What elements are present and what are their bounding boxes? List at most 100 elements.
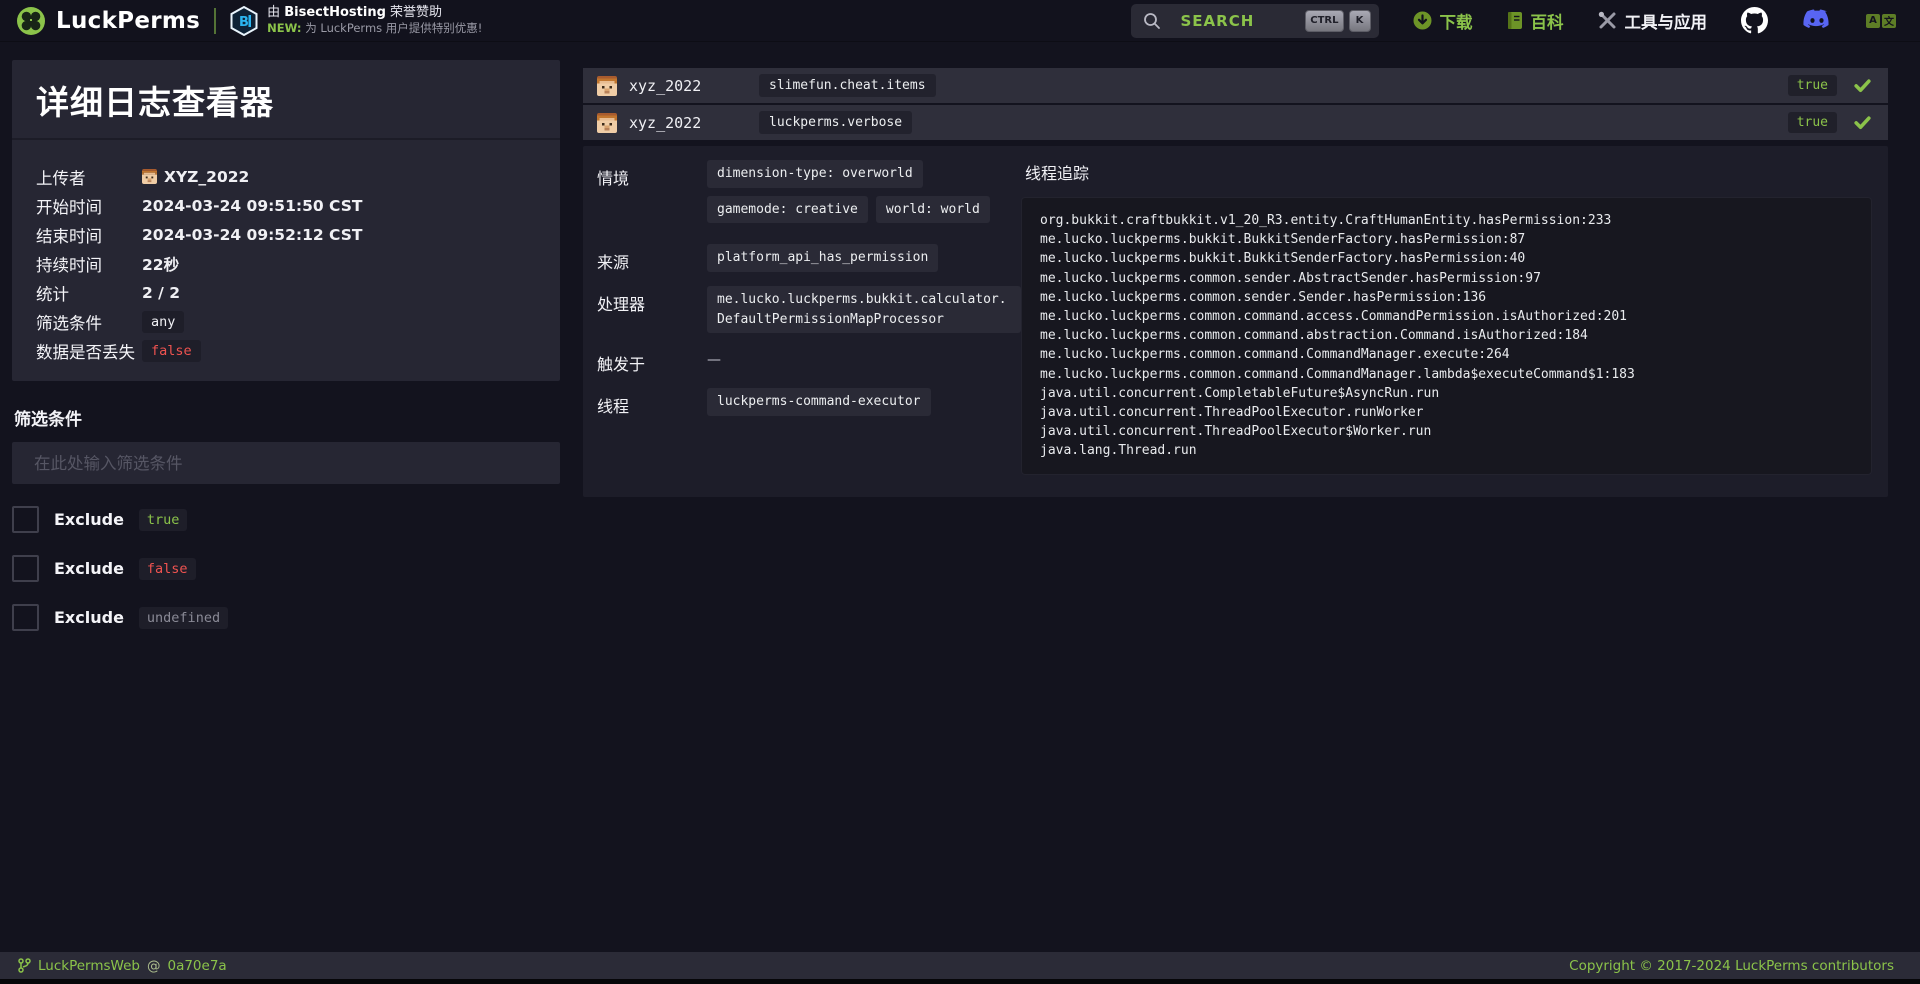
filter-mode-badge: any	[142, 311, 184, 333]
detail-row-thread: 线程 luckperms-command-executor	[597, 388, 1021, 417]
thread-badge: luckperms-command-executor	[707, 388, 931, 416]
detail-row-origin: 来源 platform_api_has_permission	[597, 244, 1021, 273]
stack-trace-line: me.lucko.luckperms.common.command.Comman…	[1040, 365, 1853, 384]
context-badge: dimension-type: overworld	[707, 160, 923, 188]
footer-version-link[interactable]: LuckPermsWeb @ 0a70e7a	[18, 958, 227, 974]
git-branch-icon	[18, 958, 31, 973]
brand-name: LuckPerms	[56, 8, 200, 34]
exclude-checkbox[interactable]	[12, 604, 39, 631]
meta-row-filter: 筛选条件 any	[36, 307, 536, 336]
exclude-value-badge: true	[139, 509, 188, 531]
nav-link-label: 工具与应用	[1625, 9, 1708, 33]
exclude-checkbox[interactable]	[12, 506, 39, 533]
exclude-checkbox[interactable]	[12, 555, 39, 582]
nav-link-label: 百科	[1531, 9, 1564, 33]
stack-trace-line: java.util.concurrent.ThreadPoolExecutor.…	[1040, 403, 1853, 422]
footer-commit-hash: 0a70e7a	[167, 958, 226, 974]
player-avatar	[597, 76, 617, 96]
detail-row-context: 情境 dimension-type: overworld gamemode: c…	[597, 160, 1021, 231]
tools-icon	[1598, 11, 1617, 30]
duration: 22秒	[142, 253, 179, 275]
meta-row-start: 开始时间 2024-03-24 09:51:50 CST	[36, 191, 536, 220]
exclude-row: Exclude false	[12, 555, 560, 582]
nav-link-tools[interactable]: 工具与应用	[1598, 9, 1708, 33]
stack-trace-line: me.lucko.luckperms.common.sender.Sender.…	[1040, 288, 1853, 307]
log-meta-card: 详细日志查看器 上传者 XYZ_2022 开始时间 2024-03-24 09:…	[12, 60, 560, 381]
trace-heading: 线程追踪	[1025, 160, 1872, 184]
exclude-label: Exclude	[54, 510, 124, 529]
github-icon	[1741, 7, 1768, 34]
processor-badge: me.lucko.luckperms.bukkit.calculator.Def…	[707, 286, 1021, 333]
search-icon	[1143, 12, 1161, 30]
result-check-icon	[1853, 76, 1872, 95]
log-viewer-main: xyz_2022 slimefun.cheat.items true xyz_2…	[572, 42, 1920, 952]
log-entry-row[interactable]: xyz_2022 slimefun.cheat.items true	[583, 68, 1888, 103]
luckperms-logo-icon	[16, 6, 46, 36]
exclude-label: Exclude	[54, 608, 124, 627]
start-time: 2024-03-24 09:51:50 CST	[142, 197, 362, 215]
stack-trace-line: java.lang.Thread.run	[1040, 441, 1853, 460]
discord-link[interactable]	[1802, 9, 1832, 32]
meta-row-duration: 持续时间 22秒	[36, 249, 536, 278]
footer: LuckPermsWeb @ 0a70e7a Copyright © 2017-…	[0, 952, 1920, 979]
stack-trace-line: java.util.concurrent.CompletableFuture$A…	[1040, 384, 1853, 403]
search-input[interactable]: SEARCH CTRL K	[1131, 4, 1379, 38]
entry-permission-badge: luckperms.verbose	[759, 111, 912, 134]
log-entry-row[interactable]: xyz_2022 luckperms.verbose true	[583, 105, 1888, 140]
cause-value: —	[707, 346, 721, 368]
stack-trace-line: me.lucko.luckperms.bukkit.BukkitSenderFa…	[1040, 230, 1853, 249]
meta-row-count: 统计 2 / 2	[36, 278, 536, 307]
stack-trace-line: me.lucko.luckperms.common.command.access…	[1040, 307, 1853, 326]
bottom-strip	[0, 979, 1920, 984]
meta-row-uploader: 上传者 XYZ_2022	[36, 162, 536, 191]
nav-link-download[interactable]: 下载	[1413, 9, 1473, 33]
count: 2 / 2	[142, 284, 180, 302]
sidebar: 详细日志查看器 上传者 XYZ_2022 开始时间 2024-03-24 09:…	[0, 42, 572, 952]
entry-username: xyz_2022	[629, 77, 759, 95]
exclude-value-badge: false	[139, 558, 196, 580]
nav-link-wiki[interactable]: 百科	[1507, 9, 1564, 33]
bisecthosting-logo-icon: B	[230, 6, 258, 36]
exclude-value-badge: undefined	[139, 607, 228, 629]
translate-a-icon: A	[1866, 14, 1880, 28]
origin-badge: platform_api_has_permission	[707, 244, 938, 272]
footer-app-name: LuckPermsWeb	[38, 958, 140, 974]
detail-row-cause: 触发于 —	[597, 346, 1021, 375]
exclude-row: Exclude undefined	[12, 604, 560, 631]
meta-row-end: 结束时间 2024-03-24 09:52:12 CST	[36, 220, 536, 249]
entry-result-badge: true	[1788, 112, 1837, 133]
context-badge: gamemode: creative	[707, 196, 868, 224]
sponsor-line2: NEW: 为 LuckPerms 用户提供特别优惠!	[267, 21, 482, 35]
github-link[interactable]	[1741, 7, 1768, 34]
exclude-row: Exclude true	[12, 506, 560, 533]
stack-trace-line: org.bukkit.craftbukkit.v1_20_R3.entity.C…	[1040, 211, 1853, 230]
search-label: SEARCH	[1181, 12, 1255, 30]
detail-row-processor: 处理器 me.lucko.luckperms.bukkit.calculator…	[597, 286, 1021, 333]
brand[interactable]: LuckPerms	[16, 6, 200, 36]
nav-link-label: 下载	[1440, 9, 1473, 33]
ctrl-keycap: CTRL	[1305, 10, 1343, 32]
stack-trace-line: me.lucko.luckperms.common.sender.Abstrac…	[1040, 269, 1853, 288]
stack-trace-box: org.bukkit.craftbukkit.v1_20_R3.entity.C…	[1021, 197, 1872, 475]
entry-detail-panel: 情境 dimension-type: overworld gamemode: c…	[583, 146, 1888, 497]
meta-row-truncated: 数据是否丢失 false	[36, 336, 536, 365]
stack-trace-line: java.util.concurrent.ThreadPoolExecutor$…	[1040, 422, 1853, 441]
svg-text:B: B	[239, 15, 249, 30]
entry-result-badge: true	[1788, 75, 1837, 96]
result-check-icon	[1853, 113, 1872, 132]
end-time: 2024-03-24 09:52:12 CST	[142, 226, 362, 244]
wiki-book-icon	[1507, 11, 1523, 30]
stack-trace-line: me.lucko.luckperms.bukkit.BukkitSenderFa…	[1040, 249, 1853, 268]
top-navbar: LuckPerms B 由 BisectHosting 荣誉赞助 NEW: 为 …	[0, 0, 1920, 42]
uploader-name: XYZ_2022	[164, 168, 249, 186]
truncated-badge: false	[142, 340, 201, 362]
language-switcher[interactable]: A 文	[1866, 14, 1896, 28]
stack-trace-line: me.lucko.luckperms.common.command.Comman…	[1040, 345, 1853, 364]
player-avatar	[597, 113, 617, 133]
sponsor-banner[interactable]: B 由 BisectHosting 荣誉赞助 NEW: 为 LuckPerms …	[230, 5, 482, 36]
filter-input[interactable]	[12, 442, 560, 484]
uploader-avatar	[142, 169, 157, 184]
sponsor-line1: 由 BisectHosting 荣誉赞助	[267, 5, 482, 21]
log-entry-list: xyz_2022 slimefun.cheat.items true xyz_2…	[583, 68, 1888, 140]
filter-section-heading: 筛选条件	[14, 405, 560, 430]
